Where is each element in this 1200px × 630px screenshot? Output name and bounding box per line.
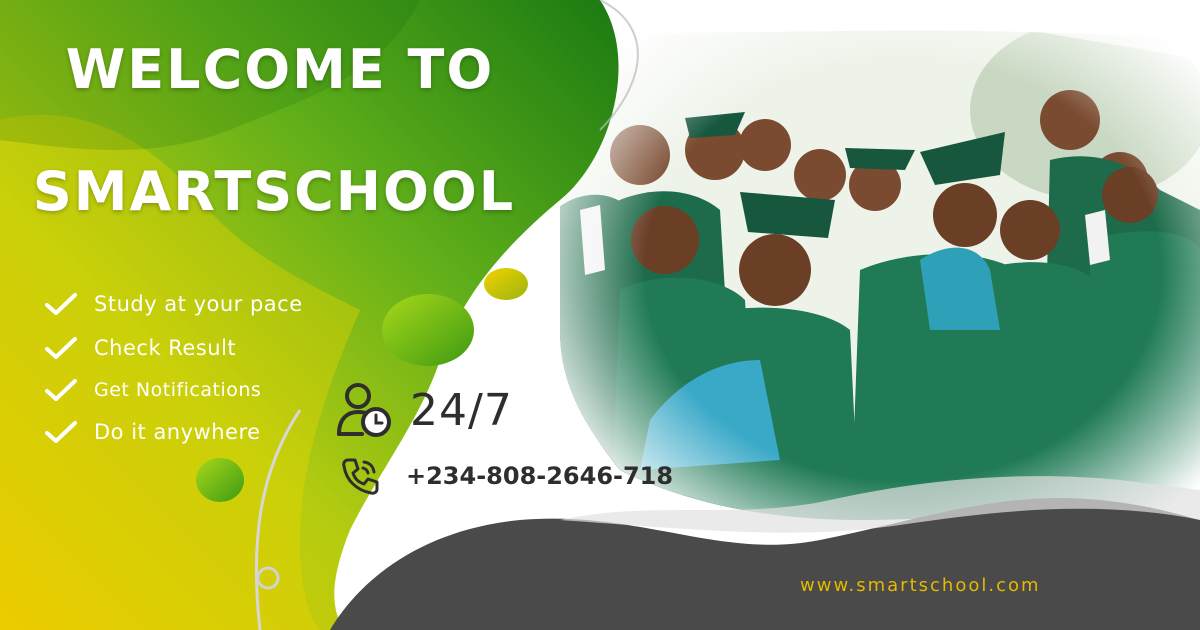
phone-number: +234-808-2646-718 [406,462,674,490]
welcome-title-line1: WELCOME TO [65,38,495,101]
availability-text: 24/7 [410,384,513,436]
feature-label: Do it anywhere [94,420,261,444]
feature-item: Check Result [44,326,303,370]
check-icon [45,337,77,359]
welcome-title-line2: SMARTSCHOOL [32,160,516,223]
website-url: www.smartschool.com [800,575,1041,596]
feature-label: Study at your pace [94,292,303,316]
feature-item: Do it anywhere [44,410,303,454]
phone-row: +234-808-2646-718 [340,456,673,496]
phone-icon [342,458,379,495]
check-icon [45,421,77,443]
feature-label: Get Notifications [94,379,262,401]
feature-label: Check Result [94,336,237,360]
check-icon [45,379,77,401]
availability-row: 24/7 [336,382,513,438]
banner: WELCOME TO SMARTSCHOOL Study at your pac… [0,0,1200,630]
feature-item: Study at your pace [44,282,303,326]
feature-list: Study at your pace Check Result Get Noti… [44,282,303,454]
user-clock-icon [337,383,391,437]
feature-item: Get Notifications [44,370,303,410]
check-icon [45,293,77,315]
